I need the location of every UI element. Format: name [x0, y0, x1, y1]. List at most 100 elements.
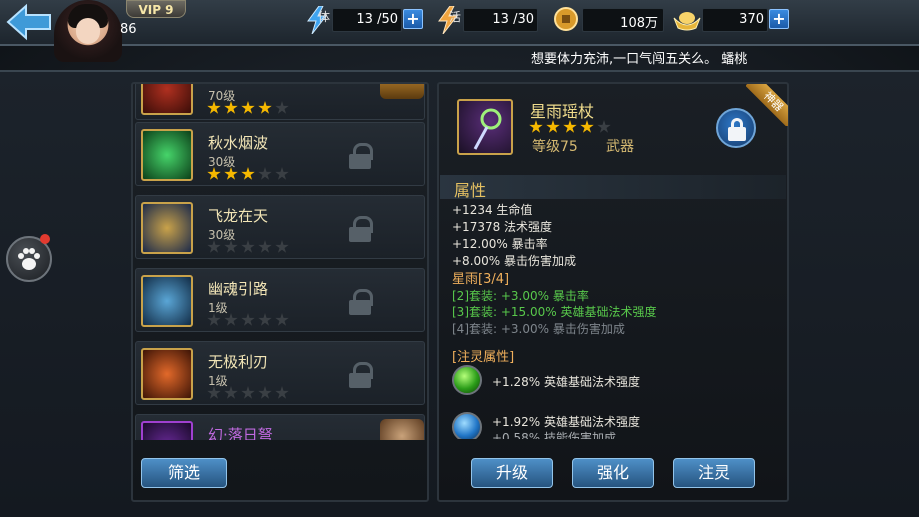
avatar[interactable] [54, 0, 122, 62]
star-icon [275, 240, 289, 253]
upgrade-button[interactable]: 升级 [471, 458, 553, 488]
weapon-type: 武器 [606, 139, 634, 155]
star-icon [258, 240, 272, 253]
list-item[interactable]: 飞龙在天 30级 [135, 195, 425, 259]
attributes-title: 属性 [454, 181, 487, 200]
coin-icon [554, 7, 578, 31]
stamina-value: 13 /50 [356, 12, 398, 27]
notification-dot [40, 234, 50, 244]
blue-gem-icon [452, 412, 482, 439]
weapon-icon [141, 421, 193, 440]
weapon-icon [141, 275, 193, 327]
stat-line: +12.00% 暴击率 [452, 237, 548, 251]
set-bonus-active: [3]套装: +15.00% 英雄基础法术强度 [452, 305, 657, 319]
list-item[interactable]: 70级 [135, 84, 425, 120]
star-icon [207, 240, 221, 253]
ingots-add-button[interactable]: + [769, 9, 789, 29]
star-icon [258, 313, 272, 326]
weapon-list[interactable]: 70级 秋水烟波 30级 飞龙在天 30级 幽魂引路 1级 无极利刃 1级 幻·… [133, 84, 427, 440]
star-icon [241, 240, 255, 253]
list-item[interactable]: 幻·落日弩 [135, 414, 425, 440]
paw-icon [18, 248, 40, 270]
star-icon [563, 120, 577, 133]
equipped-badge-icon [380, 84, 424, 99]
infuse-button[interactable]: 注灵 [673, 458, 755, 488]
stat-line: +17378 法术强度 [452, 220, 553, 234]
star-icon [275, 101, 289, 114]
weapon-level: 等级75 [532, 139, 578, 155]
star-icon [241, 167, 255, 180]
weapon-icon [141, 84, 193, 115]
lock-icon [349, 362, 373, 388]
star-icon [224, 313, 238, 326]
ingots-value: 370 [739, 12, 764, 27]
star-rating [207, 167, 289, 183]
green-gem-icon [452, 365, 482, 395]
set-bonus-active: [2]套装: +3.00% 暴击率 [452, 289, 589, 303]
star-icon [546, 120, 560, 133]
star-icon [207, 386, 221, 399]
star-icon [241, 101, 255, 114]
vip-badge: VIP 9 [126, 0, 186, 18]
gold-ingot-icon [673, 12, 701, 31]
item-name: 秋水烟波 [208, 134, 269, 152]
weapon-star-rating [529, 120, 611, 134]
set-bonus-inactive: [4]套装: +3.00% 暴击伤害加成 [452, 322, 625, 336]
attributes-scroll[interactable]: +1234 生命值 +17378 法术强度 +12.00% 暴击率 +8.00%… [440, 199, 786, 439]
lock-body [728, 127, 746, 141]
list-item[interactable]: 幽魂引路 1级 [135, 268, 425, 332]
star-icon [275, 386, 289, 399]
coins-value: 108万 [620, 16, 658, 31]
infusion-line-extra: +0.58% 技能伤害加成 [492, 431, 616, 439]
weapon-icon [141, 202, 193, 254]
star-icon [224, 167, 238, 180]
star-icon [224, 240, 238, 253]
stamina-label: 体 [318, 10, 331, 24]
announcement-marquee: 想要体力充沛,一口气闯五关么。 蟠桃 [531, 52, 747, 66]
enhance-button[interactable]: 强化 [572, 458, 654, 488]
star-icon [275, 167, 289, 180]
star-icon [597, 120, 611, 133]
star-icon [241, 386, 255, 399]
back-arrow-icon[interactable] [4, 2, 54, 42]
star-icon [207, 101, 221, 114]
star-icon [258, 167, 272, 180]
star-rating [207, 240, 289, 256]
star-icon [224, 101, 238, 114]
activity-label: 活 [449, 10, 462, 24]
weapon-icon [141, 129, 193, 181]
item-name: 无极利刃 [208, 353, 269, 371]
star-rating [207, 101, 289, 117]
star-icon [275, 313, 289, 326]
list-item[interactable]: 秋水烟波 30级 [135, 122, 425, 186]
star-rating [207, 313, 289, 329]
item-name: 幽魂引路 [208, 280, 269, 298]
section-header [440, 175, 786, 199]
item-name: 幻·落日弩 [208, 426, 273, 440]
list-item[interactable]: 无极利刃 1级 [135, 341, 425, 405]
player-level: 86 [120, 22, 137, 37]
lock-icon [349, 289, 373, 315]
star-icon [580, 120, 594, 133]
activity-value: 13 /30 [492, 12, 534, 27]
filter-button[interactable]: 筛选 [141, 458, 227, 488]
stamina-add-button[interactable]: + [403, 9, 423, 29]
star-icon [207, 313, 221, 326]
star-icon [241, 313, 255, 326]
stat-line: +8.00% 暴击伤害加成 [452, 254, 576, 268]
staff-icon [473, 108, 502, 150]
star-icon [258, 101, 272, 114]
infusion-title: [注灵属性] [452, 350, 515, 365]
staff-weapon-icon [457, 99, 513, 155]
set-title: 星雨[3/4] [452, 272, 510, 287]
weapon-icon [141, 348, 193, 400]
artifact-ribbon: 神器 [746, 84, 788, 126]
infusion-line: +1.28% 英雄基础法术强度 [492, 375, 640, 389]
star-icon [529, 120, 543, 133]
infusion-line: +1.92% 英雄基础法术强度 [492, 415, 640, 429]
star-rating [207, 386, 289, 402]
item-name: 飞龙在天 [208, 207, 269, 225]
lock-icon [349, 216, 373, 242]
star-icon [258, 386, 272, 399]
lock-icon [349, 143, 373, 169]
